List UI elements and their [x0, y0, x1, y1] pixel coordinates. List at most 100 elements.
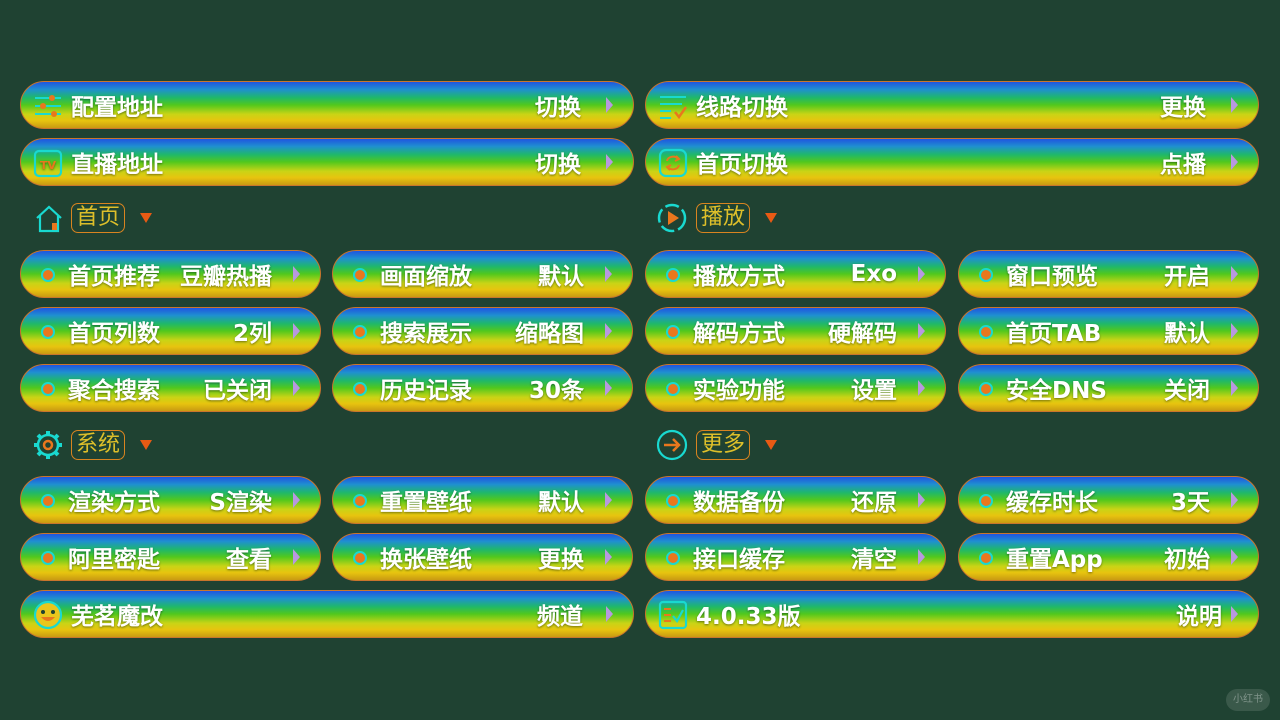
bullet-dot-icon	[666, 268, 680, 282]
render-mode-label: 渲染方式	[68, 490, 160, 516]
play-mode-value: Exo	[850, 261, 897, 287]
chevron-right-icon	[1231, 323, 1238, 339]
data-backup-label: 数据备份	[693, 490, 785, 516]
reset-app-row[interactable]: 重置App 初始	[958, 533, 1259, 581]
window-preview-row[interactable]: 窗口预览 开启	[958, 250, 1259, 298]
experimental-row[interactable]: 实验功能 设置	[645, 364, 946, 412]
home-icon	[36, 205, 62, 233]
bullet-dot-icon	[666, 494, 680, 508]
route-list-icon	[660, 96, 688, 120]
dropdown-triangle-icon[interactable]	[765, 440, 777, 450]
cache-duration-value: 3天	[1170, 490, 1210, 516]
chevron-right-icon	[606, 97, 613, 113]
config-address-label: 配置地址	[71, 95, 163, 121]
aggregate-search-value: 已关闭	[203, 378, 272, 404]
reset-app-value: 初始	[1164, 547, 1210, 573]
dropdown-triangle-icon[interactable]	[140, 440, 152, 450]
chevron-right-icon	[1231, 154, 1238, 170]
chevron-right-icon	[605, 492, 612, 508]
bullet-dot-icon	[979, 494, 993, 508]
version-value: 说明	[1176, 604, 1222, 630]
experimental-value: 设置	[851, 378, 897, 404]
change-wallpaper-label: 换张壁纸	[380, 547, 472, 573]
config-address-value: 切换	[535, 95, 581, 121]
history-row[interactable]: 历史记录 30条	[332, 364, 633, 412]
chevron-right-icon	[606, 154, 613, 170]
bullet-dot-icon	[666, 382, 680, 396]
reset-app-label: 重置App	[1006, 547, 1103, 573]
mod-author-value: 频道	[537, 604, 583, 630]
section-title-play: 播放	[696, 203, 751, 233]
search-display-row[interactable]: 搜索展示 缩略图	[332, 307, 633, 355]
tv-icon: TV	[33, 149, 63, 178]
live-address-row[interactable]: TV 直播地址 切换	[20, 138, 634, 186]
chevron-right-icon	[605, 266, 612, 282]
secure-dns-value: 关闭	[1164, 378, 1210, 404]
api-cache-value: 清空	[851, 547, 897, 573]
bullet-dot-icon	[666, 551, 680, 565]
home-recommend-value: 豆瓣热播	[180, 264, 272, 290]
smiley-icon	[33, 600, 63, 630]
home-recommend-row[interactable]: 首页推荐 豆瓣热播	[20, 250, 321, 298]
history-label: 历史记录	[380, 378, 472, 404]
play-mode-row[interactable]: 播放方式 Exo	[645, 250, 946, 298]
ali-key-row[interactable]: 阿里密匙 查看	[20, 533, 321, 581]
home-switch-row[interactable]: 首页切换 点播	[645, 138, 1259, 186]
bullet-dot-icon	[353, 551, 367, 565]
data-backup-row[interactable]: 数据备份 还原	[645, 476, 946, 524]
section-title-system: 系统	[71, 430, 126, 460]
bullet-dot-icon	[41, 268, 55, 282]
chevron-right-icon	[293, 380, 300, 396]
arrow-circle-icon	[656, 429, 688, 461]
bullet-dot-icon	[353, 382, 367, 396]
config-address-row[interactable]: 配置地址 切换	[20, 81, 634, 129]
reset-wallpaper-value: 默认	[538, 490, 584, 516]
swap-icon	[658, 148, 688, 178]
section-title-more: 更多	[696, 430, 751, 460]
api-cache-label: 接口缓存	[693, 547, 785, 573]
change-wallpaper-row[interactable]: 换张壁纸 更换	[332, 533, 633, 581]
aggregate-search-row[interactable]: 聚合搜索 已关闭	[20, 364, 321, 412]
bullet-dot-icon	[666, 325, 680, 339]
ali-key-value: 查看	[226, 547, 272, 573]
render-mode-row[interactable]: 渲染方式 S渲染	[20, 476, 321, 524]
chevron-right-icon	[293, 492, 300, 508]
api-cache-row[interactable]: 接口缓存 清空	[645, 533, 946, 581]
bullet-dot-icon	[41, 325, 55, 339]
secure-dns-row[interactable]: 安全DNS 关闭	[958, 364, 1259, 412]
experimental-label: 实验功能	[693, 378, 785, 404]
bullet-dot-icon	[979, 551, 993, 565]
picture-scale-row[interactable]: 画面缩放 默认	[332, 250, 633, 298]
cache-duration-row[interactable]: 缓存时长 3天	[958, 476, 1259, 524]
picture-scale-label: 画面缩放	[380, 264, 472, 290]
live-address-label: 直播地址	[71, 152, 163, 178]
reset-wallpaper-row[interactable]: 重置壁纸 默认	[332, 476, 633, 524]
bullet-dot-icon	[979, 325, 993, 339]
mod-author-row[interactable]: 芜茗魔改 频道	[20, 590, 634, 638]
chevron-right-icon	[293, 266, 300, 282]
home-tab-row[interactable]: 首页TAB 默认	[958, 307, 1259, 355]
dropdown-triangle-icon[interactable]	[140, 213, 152, 223]
decode-mode-row[interactable]: 解码方式 硬解码	[645, 307, 946, 355]
chevron-right-icon	[605, 380, 612, 396]
bullet-dot-icon	[41, 494, 55, 508]
secure-dns-label: 安全DNS	[1006, 378, 1107, 404]
chevron-right-icon	[918, 492, 925, 508]
aggregate-search-label: 聚合搜索	[68, 378, 160, 404]
play-circle-icon	[657, 203, 687, 233]
gear-icon	[34, 431, 62, 459]
chevron-right-icon	[918, 549, 925, 565]
chevron-right-icon	[606, 606, 613, 622]
chevron-right-icon	[1231, 492, 1238, 508]
chevron-right-icon	[605, 323, 612, 339]
reset-wallpaper-label: 重置壁纸	[380, 490, 472, 516]
home-columns-row[interactable]: 首页列数 2列	[20, 307, 321, 355]
version-row[interactable]: 4.0.33版 说明	[645, 590, 1259, 638]
ali-key-label: 阿里密匙	[68, 547, 160, 573]
dropdown-triangle-icon[interactable]	[765, 213, 777, 223]
home-switch-label: 首页切换	[696, 152, 788, 178]
chevron-right-icon	[1231, 549, 1238, 565]
route-switch-row[interactable]: 线路切换 更换	[645, 81, 1259, 129]
bullet-dot-icon	[353, 494, 367, 508]
change-wallpaper-value: 更换	[538, 547, 584, 573]
